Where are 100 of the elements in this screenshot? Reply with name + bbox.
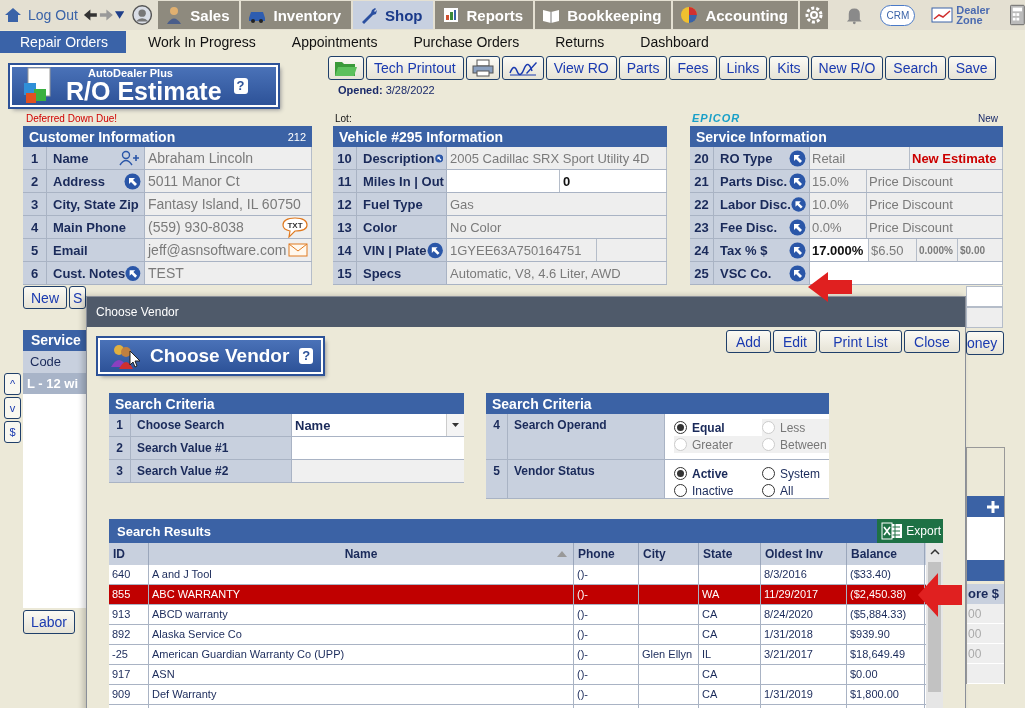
toolbar-button[interactable]: Tech Printout — [366, 56, 464, 80]
table-row[interactable]: 913 ABCD warranty ()- CA 8/24/2020 ($5,884.33) — [109, 605, 926, 625]
arrow-circle-icon[interactable] — [789, 264, 806, 282]
caret-icon[interactable] — [114, 11, 124, 19]
crm-button[interactable]: CRM — [880, 4, 916, 26]
new-button[interactable]: New — [23, 286, 67, 309]
table-row[interactable]: -25 American Guardian Warranty Co (UPP) ()- Glen Ellyn IL 3/21/2017 $18,649.49 — [109, 645, 926, 665]
radio-option[interactable]: Equal — [674, 419, 762, 436]
field-value[interactable]: $6.50 — [869, 239, 917, 261]
input-field[interactable] — [292, 437, 464, 459]
field-value[interactable]: Price Discount — [867, 193, 1003, 215]
user-avatar-icon[interactable] — [132, 4, 153, 26]
field-value[interactable]: 0.0% — [810, 216, 867, 238]
toolbar-button[interactable]: Kits — [769, 56, 809, 80]
input-field[interactable] — [966, 286, 1003, 307]
back-arrow-icon[interactable] — [83, 8, 99, 22]
field-value[interactable]: 2005 Cadillac SRX Sport Utility 4D — [447, 147, 667, 169]
toolbar-button[interactable]: Parts — [618, 56, 668, 80]
toolbar-button[interactable]: S — [69, 286, 86, 309]
dialog-button[interactable]: Edit — [772, 330, 817, 353]
text-message-icon[interactable]: TXT — [282, 216, 308, 238]
field-value[interactable] — [810, 262, 1003, 284]
field-value[interactable]: Fantasy Island, IL 60750 — [145, 193, 312, 215]
field-value[interactable]: Abraham Lincoln — [145, 147, 312, 169]
table-row[interactable]: 909 Def Warranty ()- CA 1/31/2019 $1,800.00 — [109, 685, 926, 705]
chevron-up-icon[interactable] — [929, 548, 940, 555]
field-value[interactable]: TEST — [145, 262, 312, 284]
signature-button[interactable] — [501, 56, 544, 80]
toolbar-button[interactable]: New R/O — [810, 56, 884, 80]
settings-button[interactable] — [799, 1, 828, 29]
nav-tab[interactable]: Shop — [353, 1, 433, 29]
field-value[interactable]: Price Discount — [867, 216, 1003, 238]
toolbar-button[interactable]: Fees — [669, 56, 717, 80]
input-field[interactable] — [966, 307, 1003, 328]
field-value[interactable]: Retail — [810, 147, 910, 169]
arrow-circle-icon[interactable] — [790, 195, 806, 213]
field-value[interactable] — [597, 239, 667, 261]
field-value[interactable]: Automatic, V8, 4.6 Liter, AWD — [447, 262, 667, 284]
radio-option[interactable]: Inactive — [674, 482, 762, 499]
help-button[interactable]: ? — [299, 348, 314, 364]
add-person-icon[interactable] — [119, 150, 141, 166]
field-value[interactable]: Gas — [447, 193, 667, 215]
table-row[interactable]: 917 ASN ()- CA $0.00 — [109, 665, 926, 685]
nav-button[interactable]: ^ — [4, 373, 21, 395]
field-value[interactable]: 10.0% — [810, 193, 867, 215]
logout-link[interactable]: Log Out — [4, 7, 84, 23]
field-value[interactable] — [447, 170, 560, 192]
nav-button[interactable]: v — [4, 397, 21, 419]
table-row[interactable]: 855 ABC WARRANTY ()- WA 11/29/2017 ($2,450.38) — [109, 585, 926, 605]
table-row[interactable]: 892 Alaska Service Co ()- CA 1/31/2018 $939.90 — [109, 625, 926, 645]
radio-option[interactable]: Active — [674, 465, 762, 482]
arrow-circle-icon[interactable] — [125, 264, 141, 282]
field-value[interactable]: jeff@asnsoftware.com — [145, 239, 312, 261]
arrow-circle-icon[interactable] — [789, 172, 806, 190]
page-title: R/O Estimate — [66, 79, 222, 104]
arrow-circle-icon[interactable] — [124, 172, 141, 190]
field-value[interactable]: $0.00 — [958, 239, 1003, 261]
printer-button[interactable] — [465, 56, 500, 80]
dealer-zone-link[interactable]: Dealer Zone — [931, 5, 993, 25]
field-value[interactable]: 17.000% — [810, 239, 869, 261]
dropdown-field[interactable]: Name — [292, 414, 464, 436]
field-value[interactable]: 5011 Manor Ct — [145, 170, 312, 192]
sub-nav-tab[interactable]: Repair Orders — [0, 31, 126, 53]
toolbar-button[interactable]: Save — [947, 56, 996, 80]
field-value[interactable]: 1GYEE63A750164751 — [447, 239, 597, 261]
field-value[interactable]: 0 — [560, 170, 667, 192]
sub-nav-tab[interactable]: Purchase Orders — [399, 31, 534, 53]
sub-nav-tab[interactable]: Appointments — [277, 31, 392, 53]
money-button[interactable]: oney — [966, 331, 1004, 355]
arrow-circle-icon[interactable] — [789, 241, 806, 259]
folder-button[interactable] — [328, 56, 364, 80]
toolbar-button[interactable]: Search — [885, 56, 946, 80]
arrow-circle-icon[interactable] — [426, 241, 443, 259]
dialog-button[interactable]: Add — [725, 330, 771, 353]
field-value[interactable]: 15.0% — [810, 170, 867, 192]
radio-option[interactable]: System — [762, 465, 829, 482]
plus-icon[interactable] — [987, 500, 999, 513]
field-value[interactable]: New Estimate — [910, 147, 1003, 169]
arrow-circle-icon[interactable] — [789, 149, 806, 167]
toolbar-button[interactable]: View RO — [545, 56, 617, 80]
export-button[interactable]: Export — [877, 519, 943, 543]
dialog-button[interactable]: Print List — [819, 330, 902, 353]
dialog-button[interactable]: Close — [904, 330, 960, 353]
field-value[interactable]: Price Discount — [867, 170, 1003, 192]
radio-option[interactable]: All — [762, 482, 829, 499]
calculator-icon[interactable] — [1010, 4, 1025, 26]
arrow-circle-icon[interactable] — [789, 218, 806, 236]
toolbar-button[interactable]: Links — [718, 56, 768, 80]
field-value[interactable]: (559) 930-8038 TXT — [145, 216, 312, 238]
nav-button[interactable]: $ — [4, 421, 21, 443]
sub-nav-tab[interactable]: Dashboard — [626, 31, 723, 53]
labor-button[interactable]: Labor — [23, 610, 75, 634]
field-label: Name — [53, 150, 89, 166]
row-number: 2 — [109, 437, 131, 459]
sub-nav-tab[interactable]: Work In Progress — [133, 31, 270, 53]
field-value[interactable]: No Color — [447, 216, 667, 238]
table-row[interactable]: 640 A and J Tool ()- 8/3/2016 ($33.40) — [109, 565, 926, 585]
help-button[interactable]: ? — [233, 78, 248, 94]
sub-nav-tab[interactable]: Returns — [541, 31, 619, 53]
field-value[interactable]: 0.000% — [917, 239, 958, 261]
